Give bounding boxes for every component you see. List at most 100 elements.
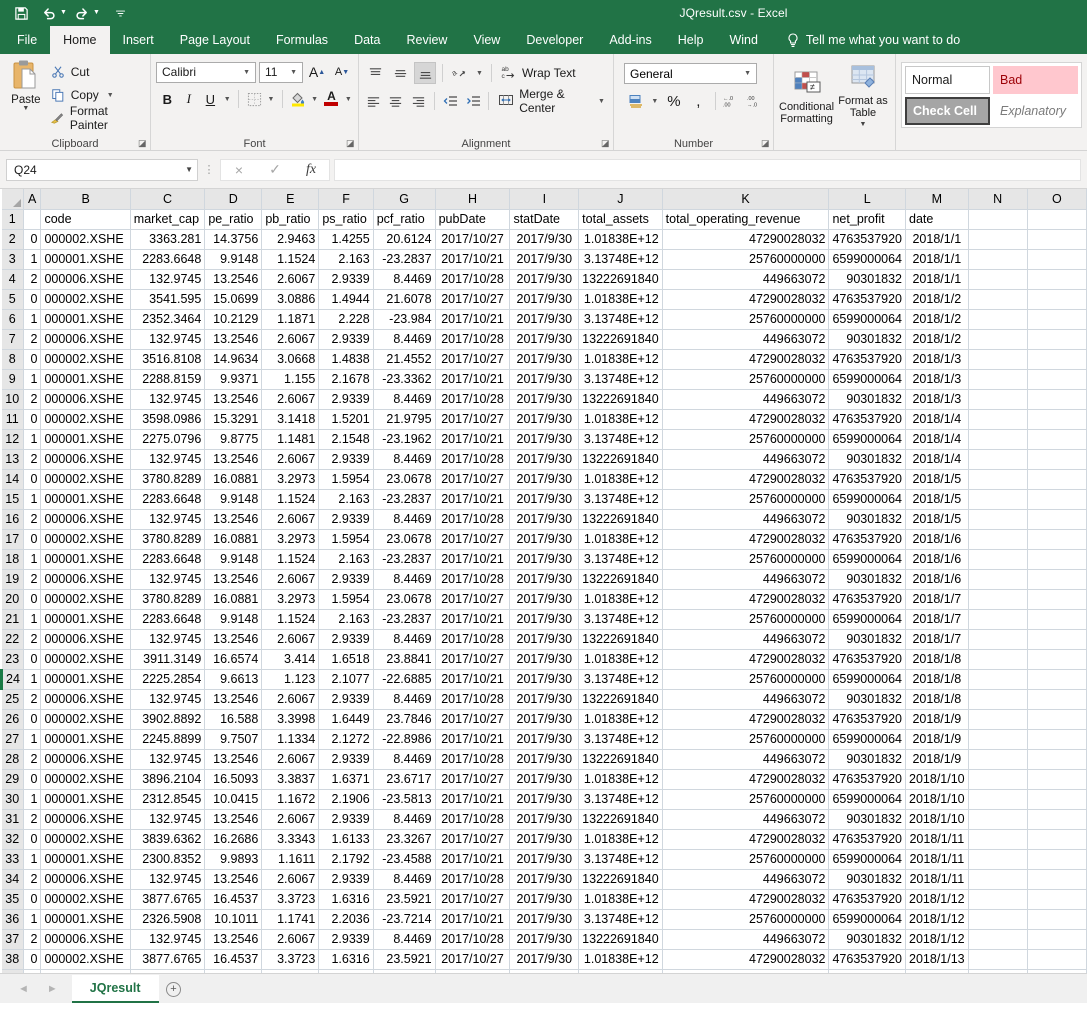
row-header-35[interactable]: 35 xyxy=(1,889,24,910)
cell[interactable]: pubDate xyxy=(435,209,511,230)
cell[interactable] xyxy=(968,689,1028,710)
table-row[interactable]: 2 0 000002.XSHE 3363.281 14.3756 2.9463 1.4255… xyxy=(1,229,1087,250)
cell[interactable]: 1.1334 xyxy=(261,729,320,750)
font-name-caret-icon[interactable]: ▼ xyxy=(240,69,253,76)
cell[interactable]: 25760000000 xyxy=(662,849,830,870)
cell[interactable]: 000001.XSHE xyxy=(40,669,131,690)
cell[interactable]: 2.163 xyxy=(318,249,374,270)
cell[interactable] xyxy=(968,629,1028,650)
cell[interactable]: 0 xyxy=(23,709,42,730)
cell[interactable]: 25760000000 xyxy=(662,789,830,810)
cell[interactable]: 000002.XSHE xyxy=(40,529,131,550)
cell[interactable]: 25760000000 xyxy=(662,549,830,570)
cell[interactable]: 132.9745 xyxy=(130,269,206,290)
cell[interactable]: 47290028032 xyxy=(662,589,830,610)
cell[interactable]: 3.2973 xyxy=(261,469,320,490)
select-all-button[interactable] xyxy=(1,189,24,210)
cell[interactable]: 3.13748E+12 xyxy=(578,849,663,870)
cell[interactable]: 000006.XSHE xyxy=(40,569,131,590)
cell[interactable]: 8.4469 xyxy=(373,809,436,830)
decrease-decimal-button[interactable]: .00 →.0 xyxy=(747,90,768,112)
cell[interactable] xyxy=(1027,469,1087,490)
table-row[interactable]: 38 0 000002.XSHE 3877.6765 16.4537 3.3723 1.63… xyxy=(1,949,1087,970)
row-header-1[interactable]: 1 xyxy=(1,209,24,230)
cell[interactable]: 47290028032 xyxy=(662,649,830,670)
cell[interactable]: 9.9148 xyxy=(204,609,263,630)
cell[interactable]: 47290028032 xyxy=(662,469,830,490)
cell[interactable]: 3902.8892 xyxy=(130,709,206,730)
row-header-38[interactable]: 38 xyxy=(1,949,24,970)
cell[interactable]: -23.2837 xyxy=(373,489,436,510)
cell[interactable]: 23.3267 xyxy=(373,829,436,850)
cell[interactable]: 000001.XSHE xyxy=(40,249,131,270)
row-header-13[interactable]: 13 xyxy=(1,449,24,470)
table-row[interactable]: 27 1 000001.XSHE 2245.8899 9.7507 1.1334 2.127… xyxy=(1,729,1087,750)
cell[interactable]: -23.2837 xyxy=(373,549,436,570)
table-row[interactable]: 15 1 000001.XSHE 2283.6648 9.9148 1.1524 2.163… xyxy=(1,489,1087,510)
cell[interactable]: 25760000000 xyxy=(662,729,830,750)
cell[interactable]: 4763537920 xyxy=(828,829,907,850)
cell[interactable]: 2017/10/28 xyxy=(435,449,511,470)
cell[interactable]: 2018/1/3 xyxy=(905,389,969,410)
cell[interactable]: 1 xyxy=(23,969,42,973)
cell[interactable]: 23.6717 xyxy=(373,769,436,790)
cell[interactable]: 2017/10/21 xyxy=(435,909,511,930)
cell[interactable]: 2018/1/10 xyxy=(905,769,969,790)
cell[interactable]: 2.1678 xyxy=(318,369,374,390)
cell[interactable] xyxy=(968,449,1028,470)
cell[interactable]: 2.9339 xyxy=(318,629,374,650)
cell[interactable]: 8.4469 xyxy=(373,689,436,710)
row-header-20[interactable]: 20 xyxy=(1,589,24,610)
cell[interactable]: 13.2546 xyxy=(204,809,263,830)
cell[interactable]: 1 xyxy=(23,729,42,750)
cell[interactable]: 2.6067 xyxy=(261,749,320,770)
cell[interactable]: 1 xyxy=(23,549,42,570)
cell[interactable]: 90301832 xyxy=(828,809,907,830)
cell[interactable]: 2017/10/28 xyxy=(435,809,511,830)
cell[interactable]: 6599000064 xyxy=(828,969,907,973)
previous-sheet-icon[interactable]: ◄ xyxy=(18,983,29,995)
cell[interactable] xyxy=(968,609,1028,630)
row-header-2[interactable]: 2 xyxy=(1,229,24,250)
tab-formulas[interactable]: Formulas xyxy=(263,26,341,54)
cell[interactable]: 1 xyxy=(23,249,42,270)
cell[interactable]: 6599000064 xyxy=(828,669,907,690)
row-header-30[interactable]: 30 xyxy=(1,789,24,810)
column-header-n[interactable]: N xyxy=(968,189,1028,210)
cell[interactable]: 2017/9/30 xyxy=(509,729,580,750)
cell[interactable]: 1.123 xyxy=(261,669,320,690)
cell[interactable] xyxy=(1027,549,1087,570)
font-dialog-launcher-icon[interactable]: ◪ xyxy=(346,139,355,148)
cell[interactable]: 10.2129 xyxy=(204,309,263,330)
cell[interactable]: 13222691840 xyxy=(578,269,663,290)
table-row[interactable]: 29 0 000002.XSHE 3896.2104 16.5093 3.3837 1.63… xyxy=(1,769,1087,790)
cell[interactable]: 1.01838E+12 xyxy=(578,349,663,370)
cell[interactable] xyxy=(968,269,1028,290)
cell[interactable]: 1 xyxy=(23,669,42,690)
cell[interactable]: 0 xyxy=(23,769,42,790)
cell[interactable]: 2.163 xyxy=(318,489,374,510)
cell[interactable]: 1 xyxy=(23,489,42,510)
cell[interactable]: 4763537920 xyxy=(828,529,907,550)
cell[interactable]: net_profit xyxy=(828,209,907,230)
cell[interactable] xyxy=(1027,629,1087,650)
borders-button[interactable] xyxy=(245,88,264,110)
cell[interactable]: 16.4537 xyxy=(204,949,263,970)
cell[interactable]: 0 xyxy=(23,589,42,610)
cell[interactable]: 2018/1/5 xyxy=(905,509,969,530)
table-row[interactable]: 19 2 000006.XSHE 132.9745 13.2546 2.6067 2.933… xyxy=(1,569,1087,590)
cell[interactable]: 2.6067 xyxy=(261,809,320,830)
cell[interactable]: 3.414 xyxy=(261,649,320,670)
cell[interactable]: statDate xyxy=(509,209,580,230)
cell[interactable]: 3.13748E+12 xyxy=(578,309,663,330)
cell[interactable]: date xyxy=(905,209,969,230)
name-box-caret-icon[interactable]: ▼ xyxy=(185,165,193,174)
row-header-4[interactable]: 4 xyxy=(1,269,24,290)
cell[interactable]: 1.1672 xyxy=(261,789,320,810)
cell[interactable] xyxy=(1027,329,1087,350)
table-row[interactable]: 6 1 000001.XSHE 2352.3464 10.2129 1.1871 2.228… xyxy=(1,309,1087,330)
cell[interactable]: ps_ratio xyxy=(318,209,374,230)
tab-home[interactable]: Home xyxy=(50,26,110,54)
orientation-dropdown-icon[interactable]: ▼ xyxy=(474,62,485,84)
cell[interactable]: 1.01838E+12 xyxy=(578,709,663,730)
